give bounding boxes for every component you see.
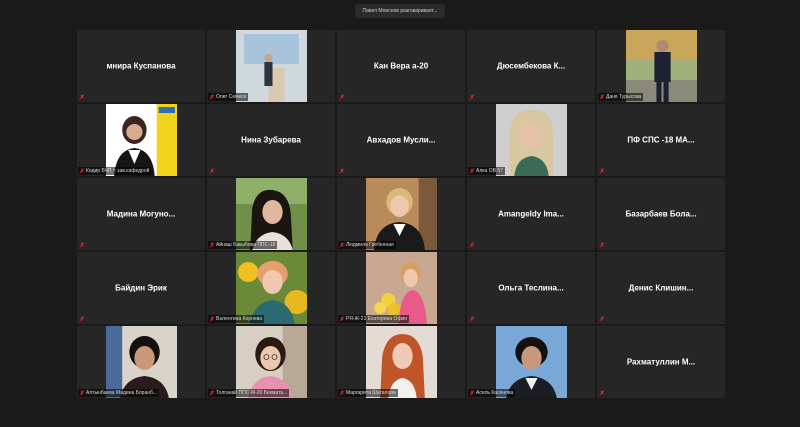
participant-tile[interactable]: Базарбаев Бола... (597, 178, 725, 250)
participant-caption: Кодир БЧП ~ зав.кафедрой (78, 167, 152, 175)
participant-name: Авхадов Мусли... (366, 135, 436, 145)
participant-caption: Людмила Гребенная (338, 241, 396, 249)
microphone-muted-icon (209, 316, 215, 322)
participant-tile[interactable]: Маргарита Шаталова (337, 326, 465, 398)
participant-caption: Айнаш Бакыбова ППС-19 (208, 241, 278, 249)
participant-caption: Алтынбаева Мадина Боранб... (78, 389, 160, 397)
microphone-muted-icon (599, 390, 605, 396)
participant-video (366, 252, 437, 324)
participant-tile[interactable]: Дюсембекова К... (467, 30, 595, 102)
participant-caption: Маргарита Шаталова (338, 389, 398, 397)
microphone-muted-icon (469, 316, 475, 322)
participant-tile[interactable]: Олег Семеск (207, 30, 335, 102)
microphone-muted-icon (599, 316, 605, 322)
participant-name: Дюсембекова К... (496, 61, 566, 71)
participant-tile[interactable]: Асель Касенова (467, 326, 595, 398)
participant-video (496, 326, 567, 398)
participant-tile[interactable]: Валентина Корнева (207, 252, 335, 324)
microphone-muted-icon (599, 168, 605, 174)
participant-video (496, 104, 567, 176)
participant-tile[interactable]: Алтынбаева Мадина Боранб... (77, 326, 205, 398)
microphone-muted-icon (339, 168, 345, 174)
participant-name: мнира Куспанова (106, 61, 176, 71)
participant-tile[interactable]: Даня Турысова (597, 30, 725, 102)
participant-video (106, 326, 177, 398)
microphone-muted-icon (469, 168, 475, 174)
participant-tile[interactable]: Ольга Теслина... (467, 252, 595, 324)
participant-video (236, 252, 307, 324)
participant-video (366, 178, 437, 250)
microphone-muted-icon (79, 94, 85, 100)
participant-video (236, 30, 307, 102)
participant-tile[interactable]: Мадина Могуно... (77, 178, 205, 250)
participant-tile[interactable]: Нина Зубарева (207, 104, 335, 176)
participant-video (626, 30, 697, 102)
participant-caption: РЯ-Ж-21 Екатерина Офин (338, 315, 410, 323)
microphone-muted-icon (209, 242, 215, 248)
participant-tile[interactable]: Айнаш Бакыбова ППС-19 (207, 178, 335, 250)
participant-tile[interactable]: ПФ СПС -18 МА... (597, 104, 725, 176)
microphone-muted-icon (339, 390, 345, 396)
participant-video (236, 178, 307, 250)
participant-tile[interactable]: Рахматуллин М... (597, 326, 725, 398)
microphone-muted-icon (599, 242, 605, 248)
participant-name: Базарбаев Бола... (625, 209, 697, 219)
microphone-muted-icon (79, 168, 85, 174)
participant-tile[interactable]: Алка ОВ 57 (467, 104, 595, 176)
participant-tile[interactable]: Байдин Эрик (77, 252, 205, 324)
microphone-muted-icon (209, 168, 215, 174)
participant-name: Мадина Могуно... (106, 209, 176, 219)
participant-name: Amangeldy Ima... (498, 209, 564, 219)
participant-tile[interactable]: мнира Куспанова (77, 30, 205, 102)
participant-name: Байдин Эрик (115, 283, 167, 293)
microphone-muted-icon (79, 390, 85, 396)
participant-gallery: мнира Куспанова Олег Семеск Кан Вера а-2… (77, 30, 725, 398)
participant-tile[interactable]: Авхадов Мусли... (337, 104, 465, 176)
participant-name: Кан Вера а-20 (373, 61, 429, 71)
participant-tile[interactable]: Кодир БЧП ~ зав.кафедрой (77, 104, 205, 176)
participant-tile[interactable]: РЯ-Ж-21 Екатерина Офин (337, 252, 465, 324)
microphone-muted-icon (339, 242, 345, 248)
participant-video (236, 326, 307, 398)
participant-tile[interactable]: Толганай ППС-М-20 Бекмата... (207, 326, 335, 398)
participant-caption: Толганай ППС-М-20 Бекмата... (208, 389, 290, 397)
participant-caption: Валентина Корнева (208, 315, 264, 323)
participant-tile[interactable]: Денис Клишин... (597, 252, 725, 324)
participant-tile[interactable]: Кан Вера а-20 (337, 30, 465, 102)
participant-name: Денис Клишин... (628, 283, 694, 293)
participant-name: Нина Зубарева (241, 135, 301, 145)
microphone-muted-icon (339, 316, 345, 322)
participant-video (366, 326, 437, 398)
participant-name: Ольга Теслина... (498, 283, 564, 293)
participant-name: ПФ СПС -18 МА... (627, 135, 695, 145)
microphone-muted-icon (79, 316, 85, 322)
microphone-muted-icon (209, 390, 215, 396)
microphone-muted-icon (469, 390, 475, 396)
microphone-muted-icon (79, 242, 85, 248)
microphone-muted-icon (599, 94, 605, 100)
participant-name: Рахматуллин М... (626, 357, 696, 367)
microphone-muted-icon (469, 94, 475, 100)
microphone-muted-icon (469, 242, 475, 248)
microphone-muted-icon (339, 94, 345, 100)
active-speaker-banner: Павел Моисеев разговаривает... (355, 4, 445, 18)
participant-caption: Асель Касенова (468, 389, 516, 397)
participant-tile[interactable]: Людмила Гребенная (337, 178, 465, 250)
microphone-muted-icon (209, 94, 215, 100)
participant-tile[interactable]: Amangeldy Ima... (467, 178, 595, 250)
participant-video (106, 104, 177, 176)
